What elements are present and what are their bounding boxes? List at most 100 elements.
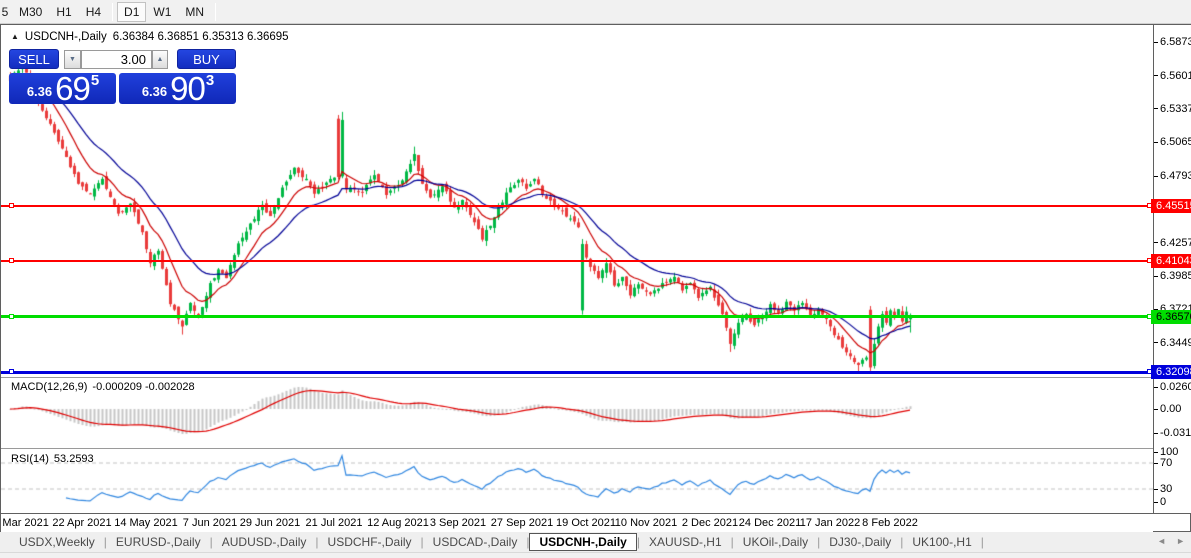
rsi-panel-divider[interactable] xyxy=(1,448,1191,450)
price-level-label: 6.32098 xyxy=(1147,365,1191,380)
timeframe-button-H4[interactable]: H4 xyxy=(79,2,108,22)
rsi-indicator-header: RSI(14) 53.2593 xyxy=(11,453,94,465)
tick-mark xyxy=(1154,462,1158,464)
date-axis-label: 7 Jun 2021 xyxy=(182,517,238,529)
buy-button[interactable]: BUY xyxy=(177,49,236,69)
one-click-trading-panel: SELL ▼ ▲ BUY 6.36 69 5 6.36 90 3 xyxy=(9,46,236,105)
tick-mark xyxy=(1154,242,1158,243)
chart-title-row: ▲ USDCNH-,Daily 6.36384 6.36851 6.35313 … xyxy=(11,31,289,43)
sell-price-box[interactable]: 6.36 69 5 xyxy=(9,72,116,105)
timeframe-button-M30[interactable]: M30 xyxy=(12,2,49,22)
level-line-handle[interactable] xyxy=(9,258,14,264)
date-axis-label: 2 Dec 2021 xyxy=(681,517,739,529)
level-line-handle[interactable] xyxy=(9,369,14,375)
price-axis-tick: 6.42570 xyxy=(1154,237,1191,249)
level-line-handle[interactable] xyxy=(1147,202,1152,208)
tab-separator: | xyxy=(980,535,984,549)
timeframe-button-MN[interactable]: MN xyxy=(178,2,211,22)
volume-up-button[interactable]: ▲ xyxy=(152,50,168,69)
price-level-label: 6.45515 xyxy=(1147,198,1191,213)
date-axis-label: 3 Sep 2021 xyxy=(429,517,487,529)
date-axis-label: 24 Dec 2021 xyxy=(738,517,802,529)
horizontal-level-line-6.36570[interactable] xyxy=(1,313,1153,319)
buy-price-box[interactable]: 6.36 90 3 xyxy=(119,72,236,105)
date-axis-label: 29 Jun 2021 xyxy=(239,517,301,529)
sell-button[interactable]: SELL xyxy=(9,49,59,69)
date-axis-label: 12 Aug 2021 xyxy=(367,517,429,529)
trade-panel-toggle-icon[interactable]: ▲ xyxy=(11,32,19,42)
buy-price-pip: 3 xyxy=(205,72,215,89)
sell-price-prefix: 6.36 xyxy=(26,84,53,99)
tab-scroll-right-button[interactable]: ► xyxy=(1176,536,1185,546)
horizontal-level-line-6.32098[interactable] xyxy=(1,369,1153,375)
tick-mark xyxy=(1154,275,1158,277)
tick-mark xyxy=(1154,175,1158,177)
status-bar xyxy=(0,553,1191,558)
chart-tab-usdchf-daily[interactable]: USDCHF-,Daily xyxy=(319,533,421,551)
macd-values: -0.000209 -0.002028 xyxy=(92,381,195,393)
timeframe-button-W1[interactable]: W1 xyxy=(146,2,178,22)
chart-tab-usdx-weekly[interactable]: USDX,Weekly xyxy=(10,533,104,551)
chart-tab-uk100-h1[interactable]: UK100-,H1 xyxy=(903,533,980,551)
tick-mark xyxy=(1154,501,1158,503)
date-axis-label: 14 May 2021 xyxy=(114,517,178,529)
chart-title: USDCNH-,Daily xyxy=(24,31,107,43)
volume-input[interactable] xyxy=(81,50,152,69)
chart-tab-usdcad-daily[interactable]: USDCAD-,Daily xyxy=(424,533,527,551)
chart-tab-usdcnh-daily[interactable]: USDCNH-,Daily xyxy=(529,533,637,551)
date-axis-label: 19 Oct 2021 xyxy=(556,517,616,529)
macd-indicator-header: MACD(12,26,9) -0.000209 -0.002028 xyxy=(11,381,195,393)
price-axis-tick: 6.50650 xyxy=(1154,136,1191,148)
indicator-axis-tick: 0 xyxy=(1154,496,1166,508)
date-axis-label: 21 Jul 2021 xyxy=(305,517,363,529)
tick-mark xyxy=(1154,432,1158,434)
chevron-down-icon: ▼ xyxy=(69,56,76,63)
trading-platform-window: 5 M30 H1 H4 D1 W1 MN ▲ USDCNH-,Daily 6.36384 6… xyxy=(0,0,1191,558)
chart-tab-audusd-daily[interactable]: AUDUSD-,Daily xyxy=(213,533,316,551)
timeframe-button-D1[interactable]: D1 xyxy=(117,1,147,22)
horizontal-level-line-6.45515[interactable] xyxy=(1,202,1153,208)
tick-mark xyxy=(1154,342,1158,344)
indicator-axis-tick: 30 xyxy=(1154,483,1172,495)
date-axis[interactable]: 30 Mar 202122 Apr 202114 May 2021 7 Jun 2… xyxy=(0,514,1153,533)
indicator-axis-tick: -0.03187 xyxy=(1154,427,1191,439)
tick-mark xyxy=(1154,108,1158,110)
rsi-label: RSI(14) xyxy=(11,453,49,465)
price-axis-tick: 6.58730 xyxy=(1154,36,1191,48)
toolbar-separator xyxy=(112,2,114,21)
level-line-handle[interactable] xyxy=(9,202,14,208)
macd-label: MACD(12,26,9) xyxy=(11,381,88,393)
level-line-handle[interactable] xyxy=(1147,369,1152,375)
sell-price-pip: 5 xyxy=(90,72,100,89)
tick-mark xyxy=(1154,488,1158,490)
chart-tab-dj30-daily[interactable]: DJ30-,Daily xyxy=(820,533,900,551)
price-axis-tick: 6.47930 xyxy=(1154,170,1191,182)
chart-ohlc-values: 6.36384 6.36851 6.35313 6.36695 xyxy=(112,31,289,43)
tick-mark xyxy=(1154,408,1158,410)
toolbar-separator xyxy=(215,2,217,21)
price-axis[interactable]: 6.58730 6.56010 6.53370 6.50650 6.47930 6.425… xyxy=(1154,25,1191,513)
volume-down-button[interactable]: ▼ xyxy=(64,50,81,69)
timeframe-toolbar: 5 M30 H1 H4 D1 W1 MN xyxy=(0,0,1191,24)
chart-tab-xauusd-h1[interactable]: XAUUSD-,H1 xyxy=(640,533,731,551)
macd-panel-divider[interactable] xyxy=(1,377,1191,379)
tick-mark xyxy=(1154,75,1158,77)
date-axis-label: 30 Mar 2021 xyxy=(0,517,49,529)
chart-tab-bar: USDX,Weekly | EURUSD-,Daily | AUDUSD-,Daily |… xyxy=(0,532,1191,553)
price-level-label: 6.41043 xyxy=(1147,254,1191,269)
timeframe-button-H1[interactable]: H1 xyxy=(49,2,78,22)
timeframe-button-5[interactable]: 5 xyxy=(0,2,12,22)
level-line-handle[interactable] xyxy=(1147,258,1152,264)
tab-scroll-left-button[interactable]: ◄ xyxy=(1157,536,1166,546)
level-line-handle[interactable] xyxy=(1147,313,1152,319)
level-line-handle[interactable] xyxy=(9,313,14,319)
indicator-axis-tick: 70 xyxy=(1154,457,1172,469)
rsi-value: 53.2593 xyxy=(53,453,94,465)
indicator-axis-tick: 0.02607 xyxy=(1154,381,1191,393)
tick-mark xyxy=(1154,141,1158,143)
chart-tab-eurusd-daily[interactable]: EURUSD-,Daily xyxy=(107,533,210,551)
horizontal-level-line-6.41043[interactable] xyxy=(1,258,1153,264)
chart-tab-ukoil-daily[interactable]: UKOil-,Daily xyxy=(734,533,817,551)
price-level-label: 6.36570 xyxy=(1147,309,1191,324)
tick-mark xyxy=(1154,451,1158,453)
